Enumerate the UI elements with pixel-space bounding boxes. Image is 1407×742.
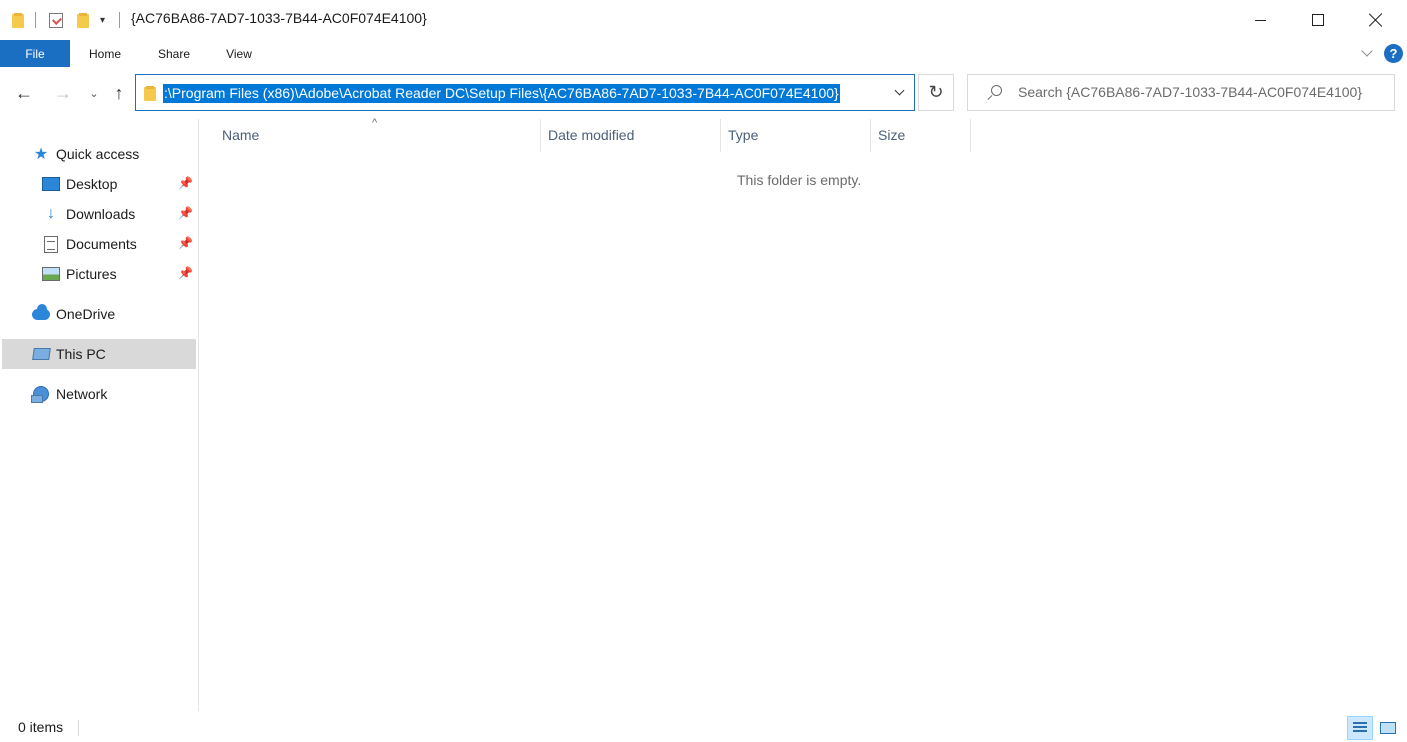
- help-icon[interactable]: ?: [1384, 44, 1403, 63]
- address-path-text[interactable]: :\Program Files (x86)\Adobe\Acrobat Read…: [163, 84, 840, 103]
- details-view-icon: [1353, 722, 1367, 734]
- item-count: 0 items: [18, 719, 64, 735]
- properties-icon[interactable]: [49, 10, 63, 30]
- status-bar: 0 items: [0, 711, 1407, 742]
- column-divider[interactable]: [970, 119, 971, 152]
- minimize-button[interactable]: [1231, 0, 1289, 40]
- tab-view[interactable]: View: [214, 40, 264, 67]
- customize-quick-access-icon[interactable]: ▾: [100, 10, 105, 30]
- pin-icon: 📌: [178, 266, 193, 280]
- sidebar-item-label: Quick access: [56, 146, 140, 162]
- search-icon: [986, 85, 1002, 101]
- expand-ribbon-icon[interactable]: [1360, 47, 1374, 57]
- tab-file[interactable]: File: [0, 40, 70, 67]
- sidebar-item-documents[interactable]: Documents: [42, 229, 137, 259]
- sidebar-item-network[interactable]: Network: [31, 379, 108, 409]
- refresh-button[interactable]: ↻: [918, 74, 954, 111]
- refresh-icon: ↻: [928, 82, 944, 102]
- navigation-bar: ← → ⌄ ↑ :\Program Files (x86)\Adobe\Acro…: [0, 67, 1407, 119]
- pin-icon: 📌: [178, 206, 193, 220]
- sidebar-item-onedrive[interactable]: OneDrive: [32, 299, 115, 329]
- pictures-icon: [42, 265, 60, 283]
- close-button[interactable]: [1347, 0, 1405, 40]
- column-header-type[interactable]: Type: [720, 119, 870, 152]
- download-icon: ↓: [47, 205, 55, 222]
- sidebar-item-label: Documents: [66, 236, 137, 252]
- quick-access-divider: [35, 12, 36, 28]
- maximize-button[interactable]: [1289, 0, 1347, 40]
- close-icon: [1369, 13, 1383, 27]
- back-arrow-icon[interactable]: ←: [12, 81, 36, 105]
- forward-arrow-icon[interactable]: →: [51, 81, 75, 105]
- sidebar-item-label: Pictures: [66, 266, 117, 282]
- folder-icon: [12, 10, 24, 30]
- sidebar-item-label: Network: [56, 386, 108, 402]
- empty-folder-message: This folder is empty.: [737, 172, 862, 188]
- search-input[interactable]: Search {AC76BA86-7AD7-1033-7B44-AC0F074E…: [967, 74, 1395, 111]
- pin-icon: 📌: [178, 176, 193, 190]
- recent-locations-chevron-icon[interactable]: ⌄: [82, 81, 106, 105]
- tab-share[interactable]: Share: [146, 40, 202, 67]
- window-title: {AC76BA86-7AD7-1033-7B44-AC0F074E4100}: [131, 10, 427, 26]
- navigation-pane: ★ Quick access Desktop 📌 ↓ Downloads 📌 D…: [0, 119, 199, 711]
- documents-icon: [42, 235, 60, 253]
- column-header-name[interactable]: Name: [214, 119, 540, 152]
- column-header-date-modified[interactable]: Date modified: [540, 119, 720, 152]
- address-history-dropdown-icon[interactable]: [895, 87, 905, 95]
- new-folder-icon[interactable]: [77, 10, 89, 30]
- large-icons-view-icon: [1380, 722, 1396, 734]
- search-placeholder: Search {AC76BA86-7AD7-1033-7B44-AC0F074E…: [1018, 84, 1363, 100]
- desktop-icon: [42, 175, 60, 193]
- computer-icon: [31, 345, 51, 363]
- up-arrow-icon[interactable]: ↑: [107, 81, 131, 105]
- pin-icon: 📌: [178, 236, 193, 250]
- sidebar-item-label: Downloads: [66, 206, 136, 222]
- tab-home[interactable]: Home: [76, 40, 134, 67]
- ribbon: File Home Share View: [0, 40, 1407, 67]
- sidebar-item-label: This PC: [56, 346, 106, 362]
- column-header-size[interactable]: Size: [870, 119, 970, 152]
- sidebar-item-label: Desktop: [66, 176, 118, 192]
- network-icon: [31, 385, 50, 403]
- title-divider: [119, 12, 120, 28]
- folder-icon: [144, 86, 156, 101]
- sidebar-item-pictures[interactable]: Pictures: [42, 259, 117, 289]
- sidebar-item-label: OneDrive: [56, 306, 116, 322]
- minimize-icon: [1254, 19, 1266, 21]
- maximize-icon: [1312, 14, 1324, 26]
- sidebar-item-quick-access[interactable]: ★ Quick access: [32, 139, 139, 169]
- sidebar-item-desktop[interactable]: Desktop: [42, 169, 117, 199]
- title-bar: ▾ {AC76BA86-7AD7-1033-7B44-AC0F074E4100}: [0, 0, 1407, 40]
- file-list[interactable]: ^ Name Date modified Type Size This fold…: [200, 117, 1407, 711]
- details-view-button[interactable]: [1347, 716, 1373, 740]
- address-bar[interactable]: :\Program Files (x86)\Adobe\Acrobat Read…: [135, 74, 915, 111]
- sidebar-item-downloads[interactable]: ↓ Downloads: [42, 199, 135, 229]
- sidebar-item-this-pc[interactable]: This PC: [2, 339, 196, 369]
- large-icons-view-button[interactable]: [1375, 716, 1401, 740]
- cloud-icon: [32, 303, 50, 323]
- status-divider: [78, 720, 79, 736]
- star-icon: ★: [33, 146, 49, 163]
